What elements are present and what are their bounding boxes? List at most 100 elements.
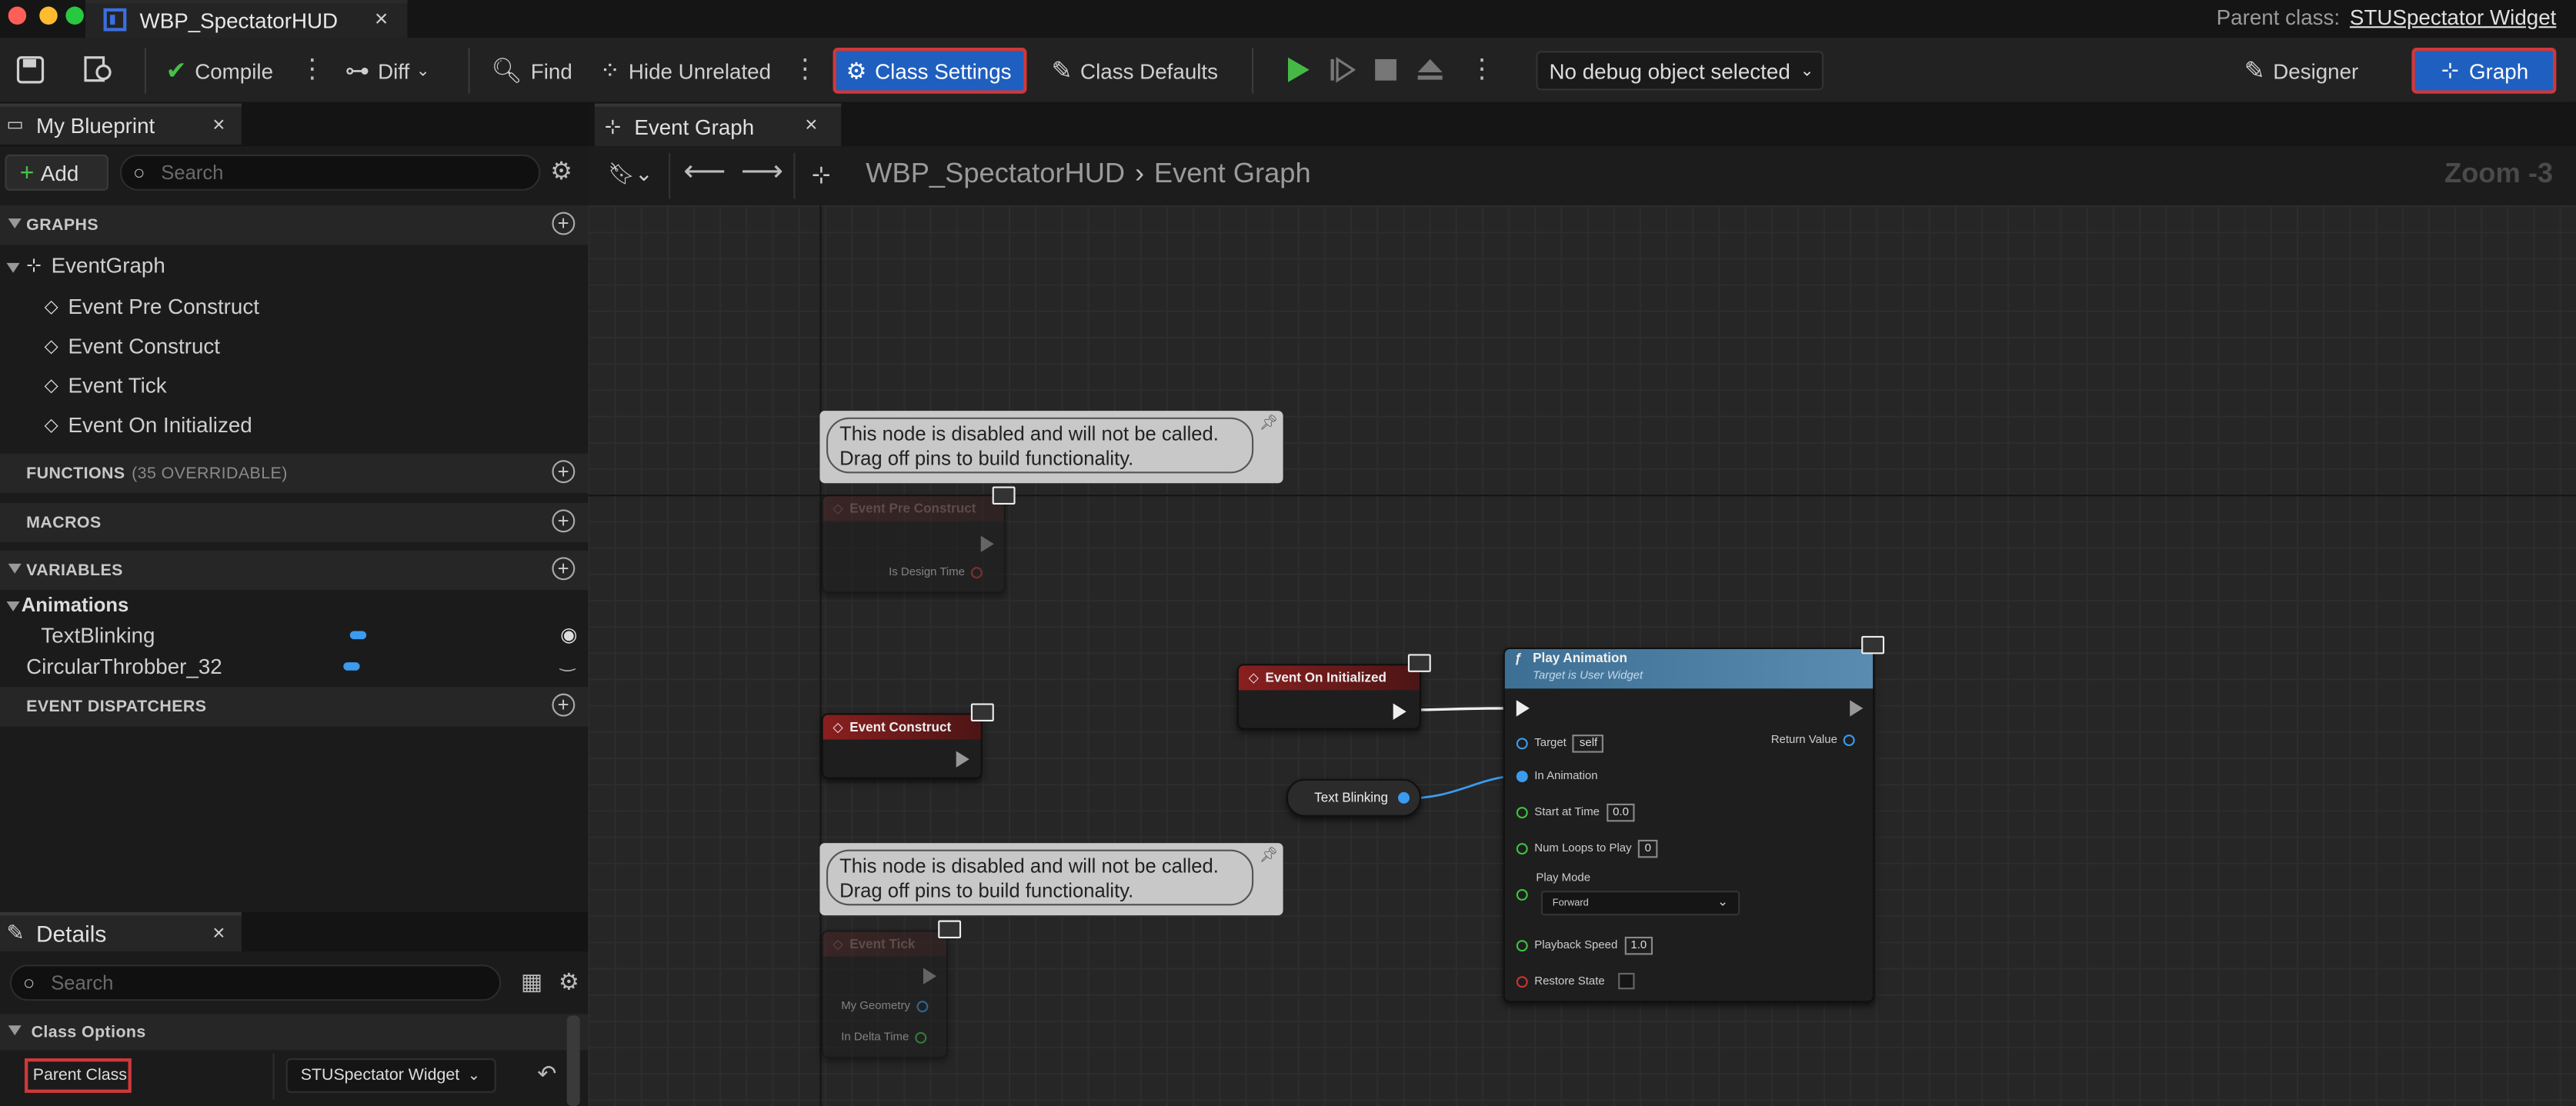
play-options-icon[interactable]: ⋮ (1469, 52, 1495, 85)
tree-item-event-construct[interactable]: ◇ Event Construct (45, 334, 220, 358)
hide-unrelated-button[interactable]: ⁘ Hide Unrelated (599, 51, 771, 90)
pin-target[interactable]: Target self (1516, 735, 1604, 753)
float-pin[interactable] (1516, 807, 1528, 819)
num-loops-value[interactable]: 0 (1638, 839, 1658, 858)
exec-out-pin[interactable] (956, 751, 969, 768)
object-pin[interactable] (1516, 771, 1528, 783)
close-icon[interactable]: × (375, 5, 388, 31)
settings-gear-icon[interactable]: ⚙ (559, 968, 579, 996)
eject-icon[interactable] (1416, 56, 1444, 82)
breadcrumb-root[interactable]: WBP_SpectatorHUD (866, 158, 1125, 191)
bookmark-icon[interactable]: 🔖︎⌄ (608, 161, 653, 187)
functions-section-header[interactable]: FUNCTIONS (35 OVERRIDABLE) + (0, 453, 589, 494)
exec-out-pin[interactable] (923, 968, 937, 984)
object-pin[interactable] (1516, 738, 1528, 750)
event-graph-tab[interactable]: ⊹ Event Graph × (594, 103, 842, 147)
pin-restore-state[interactable]: Restore State (1516, 972, 1635, 990)
maximize-window-button[interactable] (65, 6, 84, 25)
tree-item-event-tick[interactable]: ◇ Event Tick (45, 373, 167, 398)
enum-pin[interactable] (1516, 888, 1528, 901)
int-pin[interactable] (1516, 843, 1528, 855)
asset-tab[interactable]: WBP_SpectatorHUD × (85, 0, 408, 38)
target-value[interactable]: self (1573, 735, 1604, 753)
reset-arrow-icon[interactable]: ↶ (537, 1060, 556, 1088)
node-play-animation[interactable]: ƒ Play Animation Target is User Widget T… (1503, 647, 1875, 1003)
exec-out-pin[interactable] (980, 535, 994, 552)
close-icon[interactable]: × (212, 921, 225, 945)
pin-in-delta-time[interactable]: In Delta Time (841, 1031, 927, 1044)
my-blueprint-tab[interactable]: ▭ My Blueprint × (0, 103, 242, 145)
pin-start-at-time[interactable]: Start at Time 0.0 (1516, 803, 1636, 822)
compile-options-icon[interactable]: ⋮ (299, 52, 325, 85)
exec-in-pin[interactable] (1516, 700, 1530, 717)
parent-class-select[interactable]: STUSpectator Widget ⌄ (285, 1058, 496, 1093)
pin-icon[interactable]: 📌︎ (1260, 414, 1278, 432)
disabled-node-comment[interactable]: This node is disabled and will not be ca… (819, 843, 1283, 916)
browse-icon[interactable] (84, 56, 115, 84)
object-out-pin[interactable] (1397, 791, 1410, 804)
pin-playback-speed[interactable]: Playback Speed 1.0 (1516, 936, 1653, 955)
variable-textblinking[interactable]: TextBlinking (41, 623, 155, 648)
tree-item-event-pre-construct[interactable]: ◇ Event Pre Construct (45, 294, 259, 318)
struct-pin[interactable] (916, 1001, 929, 1013)
macros-section-header[interactable]: MACROS + (0, 502, 589, 543)
pin-in-animation[interactable]: In Animation (1516, 771, 1598, 783)
pin-my-geometry[interactable]: My Geometry (841, 1001, 929, 1013)
play-icon[interactable] (1285, 56, 1311, 84)
pin-icon[interactable]: 📌︎ (1260, 846, 1278, 864)
exec-out-pin[interactable] (1850, 700, 1864, 717)
details-tab[interactable]: ✎ Details × (0, 911, 242, 952)
close-icon[interactable]: × (805, 112, 817, 136)
variable-circularthrobber[interactable]: CircularThrobber_32 (26, 654, 222, 678)
forward-arrow-icon[interactable]: ⟶ (741, 155, 783, 189)
node-event-construct[interactable]: ◇ Event Construct (821, 713, 983, 779)
class-settings-button[interactable]: ⚙ Class Settings (833, 47, 1027, 94)
graph-canvas[interactable]: This node is disabled and will not be ca… (588, 205, 2576, 1106)
bool-pin[interactable] (971, 567, 983, 579)
float-pin[interactable] (1516, 940, 1528, 952)
debug-object-select[interactable]: No debug object selected ⌄ (1536, 51, 1824, 91)
save-icon[interactable] (16, 56, 45, 84)
compile-button[interactable]: ✔ Compile (166, 51, 273, 90)
node-event-tick[interactable]: ◇ Event Tick My Geometry In Delta Time (821, 930, 949, 1059)
back-arrow-icon[interactable]: ⟵ (683, 155, 726, 189)
restore-state-checkbox[interactable] (1617, 972, 1635, 990)
object-pin[interactable] (1844, 735, 1856, 747)
find-button[interactable]: 🔍︎ Find (491, 51, 572, 90)
disabled-node-comment[interactable]: This node is disabled and will not be ca… (819, 411, 1283, 484)
add-macro-icon[interactable]: + (552, 509, 576, 533)
pin-is-design-time[interactable]: Is Design Time (889, 567, 983, 579)
table-view-icon[interactable]: ▦ (521, 968, 542, 996)
play-mode-select[interactable]: Forward ⌄ (1540, 891, 1740, 916)
add-dispatcher-icon[interactable]: + (552, 693, 576, 717)
parent-class-link[interactable]: STUSpectator Widget (2350, 5, 2556, 29)
close-icon[interactable]: × (212, 112, 225, 136)
eye-icon[interactable]: ◉ (560, 623, 577, 646)
variables-section-header[interactable]: VARIABLES + (0, 550, 589, 591)
pin-num-loops[interactable]: Num Loops to Play 0 (1516, 839, 1658, 858)
start-at-time-value[interactable]: 0.0 (1606, 803, 1636, 822)
minimize-window-button[interactable] (39, 6, 58, 25)
bool-pin[interactable] (1516, 975, 1528, 988)
details-scrollbar[interactable] (566, 1015, 580, 1106)
settings-gear-icon[interactable]: ⚙ (550, 156, 572, 185)
node-event-on-initialized[interactable]: ◇ Event On Initialized (1236, 664, 1421, 730)
designer-button[interactable]: ✎ Designer (2244, 51, 2359, 90)
exec-out-pin[interactable] (1393, 703, 1406, 720)
more-options-icon[interactable]: ⋮ (792, 52, 818, 85)
class-options-header[interactable]: Class Options (0, 1014, 589, 1051)
eye-closed-icon[interactable]: ‿ (560, 651, 575, 672)
event-dispatchers-section-header[interactable]: EVENT DISPATCHERS + (0, 687, 589, 727)
class-defaults-button[interactable]: ✎ Class Defaults (1052, 51, 1218, 90)
playback-speed-value[interactable]: 1.0 (1623, 936, 1653, 955)
graph-mode-button[interactable]: ⊹ Graph (2411, 47, 2557, 94)
blueprint-search-input[interactable]: ○ Search (119, 154, 541, 191)
add-variable-icon[interactable]: + (552, 557, 576, 581)
stop-icon[interactable] (1373, 58, 1398, 82)
details-search-input[interactable]: ○ Search (9, 964, 502, 1001)
node-text-blinking[interactable]: Text Blinking (1286, 778, 1421, 817)
pin-return-value[interactable]: Return Value (1771, 735, 1856, 747)
graphs-section-header[interactable]: GRAPHS + (0, 205, 589, 245)
add-function-icon[interactable]: + (552, 460, 576, 484)
animations-category[interactable]: Animations (22, 593, 129, 616)
